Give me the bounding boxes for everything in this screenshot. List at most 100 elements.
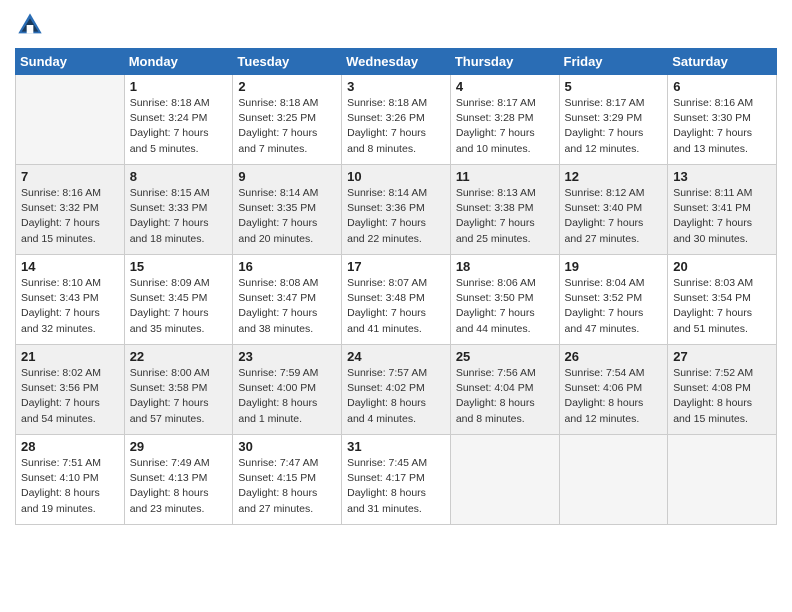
day-info: Sunrise: 8:12 AMSunset: 3:40 PMDaylight:… [565, 186, 663, 247]
day-number: 13 [673, 169, 771, 184]
day-cell: 28 Sunrise: 7:51 AMSunset: 4:10 PMDayligh… [16, 435, 125, 525]
page: SundayMondayTuesdayWednesdayThursdayFrid… [0, 0, 792, 612]
day-info: Sunrise: 7:45 AMSunset: 4:17 PMDaylight:… [347, 456, 445, 517]
day-number: 28 [21, 439, 119, 454]
day-cell: 27 Sunrise: 7:52 AMSunset: 4:08 PMDayligh… [668, 345, 777, 435]
day-info: Sunrise: 7:57 AMSunset: 4:02 PMDaylight:… [347, 366, 445, 427]
day-cell: 24 Sunrise: 7:57 AMSunset: 4:02 PMDayligh… [342, 345, 451, 435]
day-info: Sunrise: 8:16 AMSunset: 3:32 PMDaylight:… [21, 186, 119, 247]
day-cell: 25 Sunrise: 7:56 AMSunset: 4:04 PMDayligh… [450, 345, 559, 435]
day-cell: 5 Sunrise: 8:17 AMSunset: 3:29 PMDaylight… [559, 75, 668, 165]
day-cell: 23 Sunrise: 7:59 AMSunset: 4:00 PMDayligh… [233, 345, 342, 435]
day-info: Sunrise: 7:59 AMSunset: 4:00 PMDaylight:… [238, 366, 336, 427]
day-cell: 8 Sunrise: 8:15 AMSunset: 3:33 PMDaylight… [124, 165, 233, 255]
day-number: 15 [130, 259, 228, 274]
day-cell [559, 435, 668, 525]
day-cell: 20Sunrise: 8:03 AMSunset: 3:54 PMDayligh… [668, 255, 777, 345]
day-number: 2 [238, 79, 336, 94]
day-number: 12 [565, 169, 663, 184]
day-number: 17 [347, 259, 445, 274]
day-number: 1 [130, 79, 228, 94]
header-cell-sunday: Sunday [16, 49, 125, 75]
day-info: Sunrise: 8:13 AMSunset: 3:38 PMDaylight:… [456, 186, 554, 247]
week-row-2: 7Sunrise: 8:16 AMSunset: 3:32 PMDaylight… [16, 165, 777, 255]
day-number: 23 [238, 349, 336, 364]
day-info: Sunrise: 7:52 AMSunset: 4:08 PMDaylight:… [673, 366, 771, 427]
day-cell: 13 Sunrise: 8:11 AMSunset: 3:41 PMDayligh… [668, 165, 777, 255]
day-cell [668, 435, 777, 525]
day-cell: 16Sunrise: 8:08 AMSunset: 3:47 PMDayligh… [233, 255, 342, 345]
day-cell: 15 Sunrise: 8:09 AMSunset: 3:45 PMDayligh… [124, 255, 233, 345]
day-number: 31 [347, 439, 445, 454]
day-cell [450, 435, 559, 525]
day-info: Sunrise: 8:17 AMSunset: 3:29 PMDaylight:… [565, 96, 663, 157]
day-cell: 11 Sunrise: 8:13 AMSunset: 3:38 PMDayligh… [450, 165, 559, 255]
day-info: Sunrise: 8:03 AMSunset: 3:54 PMDaylight:… [673, 276, 771, 337]
day-number: 8 [130, 169, 228, 184]
day-cell: 17 Sunrise: 8:07 AMSunset: 3:48 PMDayligh… [342, 255, 451, 345]
day-number: 5 [565, 79, 663, 94]
week-row-1: 1 Sunrise: 8:18 AMSunset: 3:24 PMDaylight… [16, 75, 777, 165]
header-cell-wednesday: Wednesday [342, 49, 451, 75]
day-number: 16 [238, 259, 336, 274]
day-info: Sunrise: 8:14 AMSunset: 3:36 PMDaylight:… [347, 186, 445, 247]
logo-icon [15, 10, 45, 40]
day-info: Sunrise: 7:51 AMSunset: 4:10 PMDaylight:… [21, 456, 119, 517]
day-number: 4 [456, 79, 554, 94]
day-cell: 3Sunrise: 8:18 AMSunset: 3:26 PMDaylight… [342, 75, 451, 165]
day-cell: 6 Sunrise: 8:16 AMSunset: 3:30 PMDaylight… [668, 75, 777, 165]
day-number: 27 [673, 349, 771, 364]
logo [15, 14, 49, 40]
day-cell: 9 Sunrise: 8:14 AMSunset: 3:35 PMDaylight… [233, 165, 342, 255]
day-info: Sunrise: 8:18 AMSunset: 3:24 PMDaylight:… [130, 96, 228, 157]
header-row: SundayMondayTuesdayWednesdayThursdayFrid… [16, 49, 777, 75]
day-cell: 12 Sunrise: 8:12 AMSunset: 3:40 PMDayligh… [559, 165, 668, 255]
day-cell: 21 Sunrise: 8:02 AMSunset: 3:56 PMDayligh… [16, 345, 125, 435]
day-number: 30 [238, 439, 336, 454]
day-number: 6 [673, 79, 771, 94]
day-cell: 19 Sunrise: 8:04 AMSunset: 3:52 PMDayligh… [559, 255, 668, 345]
day-info: Sunrise: 8:07 AMSunset: 3:48 PMDaylight:… [347, 276, 445, 337]
day-info: Sunrise: 8:14 AMSunset: 3:35 PMDaylight:… [238, 186, 336, 247]
day-info: Sunrise: 8:16 AMSunset: 3:30 PMDaylight:… [673, 96, 771, 157]
day-info: Sunrise: 8:09 AMSunset: 3:45 PMDaylight:… [130, 276, 228, 337]
day-info: Sunrise: 8:11 AMSunset: 3:41 PMDaylight:… [673, 186, 771, 247]
day-number: 24 [347, 349, 445, 364]
day-number: 11 [456, 169, 554, 184]
day-info: Sunrise: 7:54 AMSunset: 4:06 PMDaylight:… [565, 366, 663, 427]
day-info: Sunrise: 7:47 AMSunset: 4:15 PMDaylight:… [238, 456, 336, 517]
day-info: Sunrise: 8:17 AMSunset: 3:28 PMDaylight:… [456, 96, 554, 157]
day-number: 21 [21, 349, 119, 364]
day-cell: 22Sunrise: 8:00 AMSunset: 3:58 PMDayligh… [124, 345, 233, 435]
day-number: 26 [565, 349, 663, 364]
header-cell-thursday: Thursday [450, 49, 559, 75]
day-cell: 2 Sunrise: 8:18 AMSunset: 3:25 PMDaylight… [233, 75, 342, 165]
day-number: 25 [456, 349, 554, 364]
day-info: Sunrise: 8:00 AMSunset: 3:58 PMDaylight:… [130, 366, 228, 427]
day-info: Sunrise: 8:18 AMSunset: 3:25 PMDaylight:… [238, 96, 336, 157]
day-number: 19 [565, 259, 663, 274]
day-cell: 14 Sunrise: 8:10 AMSunset: 3:43 PMDayligh… [16, 255, 125, 345]
header-cell-friday: Friday [559, 49, 668, 75]
week-row-5: 28 Sunrise: 7:51 AMSunset: 4:10 PMDayligh… [16, 435, 777, 525]
week-row-3: 14 Sunrise: 8:10 AMSunset: 3:43 PMDayligh… [16, 255, 777, 345]
header-cell-tuesday: Tuesday [233, 49, 342, 75]
day-number: 10 [347, 169, 445, 184]
day-number: 18 [456, 259, 554, 274]
day-cell: 26 Sunrise: 7:54 AMSunset: 4:06 PMDayligh… [559, 345, 668, 435]
day-info: Sunrise: 7:56 AMSunset: 4:04 PMDaylight:… [456, 366, 554, 427]
day-info: Sunrise: 8:06 AMSunset: 3:50 PMDaylight:… [456, 276, 554, 337]
day-info: Sunrise: 8:15 AMSunset: 3:33 PMDaylight:… [130, 186, 228, 247]
day-number: 14 [21, 259, 119, 274]
day-cell: 29 Sunrise: 7:49 AMSunset: 4:13 PMDayligh… [124, 435, 233, 525]
day-number: 9 [238, 169, 336, 184]
day-info: Sunrise: 8:02 AMSunset: 3:56 PMDaylight:… [21, 366, 119, 427]
day-cell: 10 Sunrise: 8:14 AMSunset: 3:36 PMDayligh… [342, 165, 451, 255]
day-cell: 31 Sunrise: 7:45 AMSunset: 4:17 PMDayligh… [342, 435, 451, 525]
day-info: Sunrise: 8:04 AMSunset: 3:52 PMDaylight:… [565, 276, 663, 337]
day-cell: 4 Sunrise: 8:17 AMSunset: 3:28 PMDaylight… [450, 75, 559, 165]
day-info: Sunrise: 8:18 AMSunset: 3:26 PMDaylight:… [347, 96, 445, 157]
day-info: Sunrise: 8:10 AMSunset: 3:43 PMDaylight:… [21, 276, 119, 337]
day-info: Sunrise: 7:49 AMSunset: 4:13 PMDaylight:… [130, 456, 228, 517]
day-number: 29 [130, 439, 228, 454]
